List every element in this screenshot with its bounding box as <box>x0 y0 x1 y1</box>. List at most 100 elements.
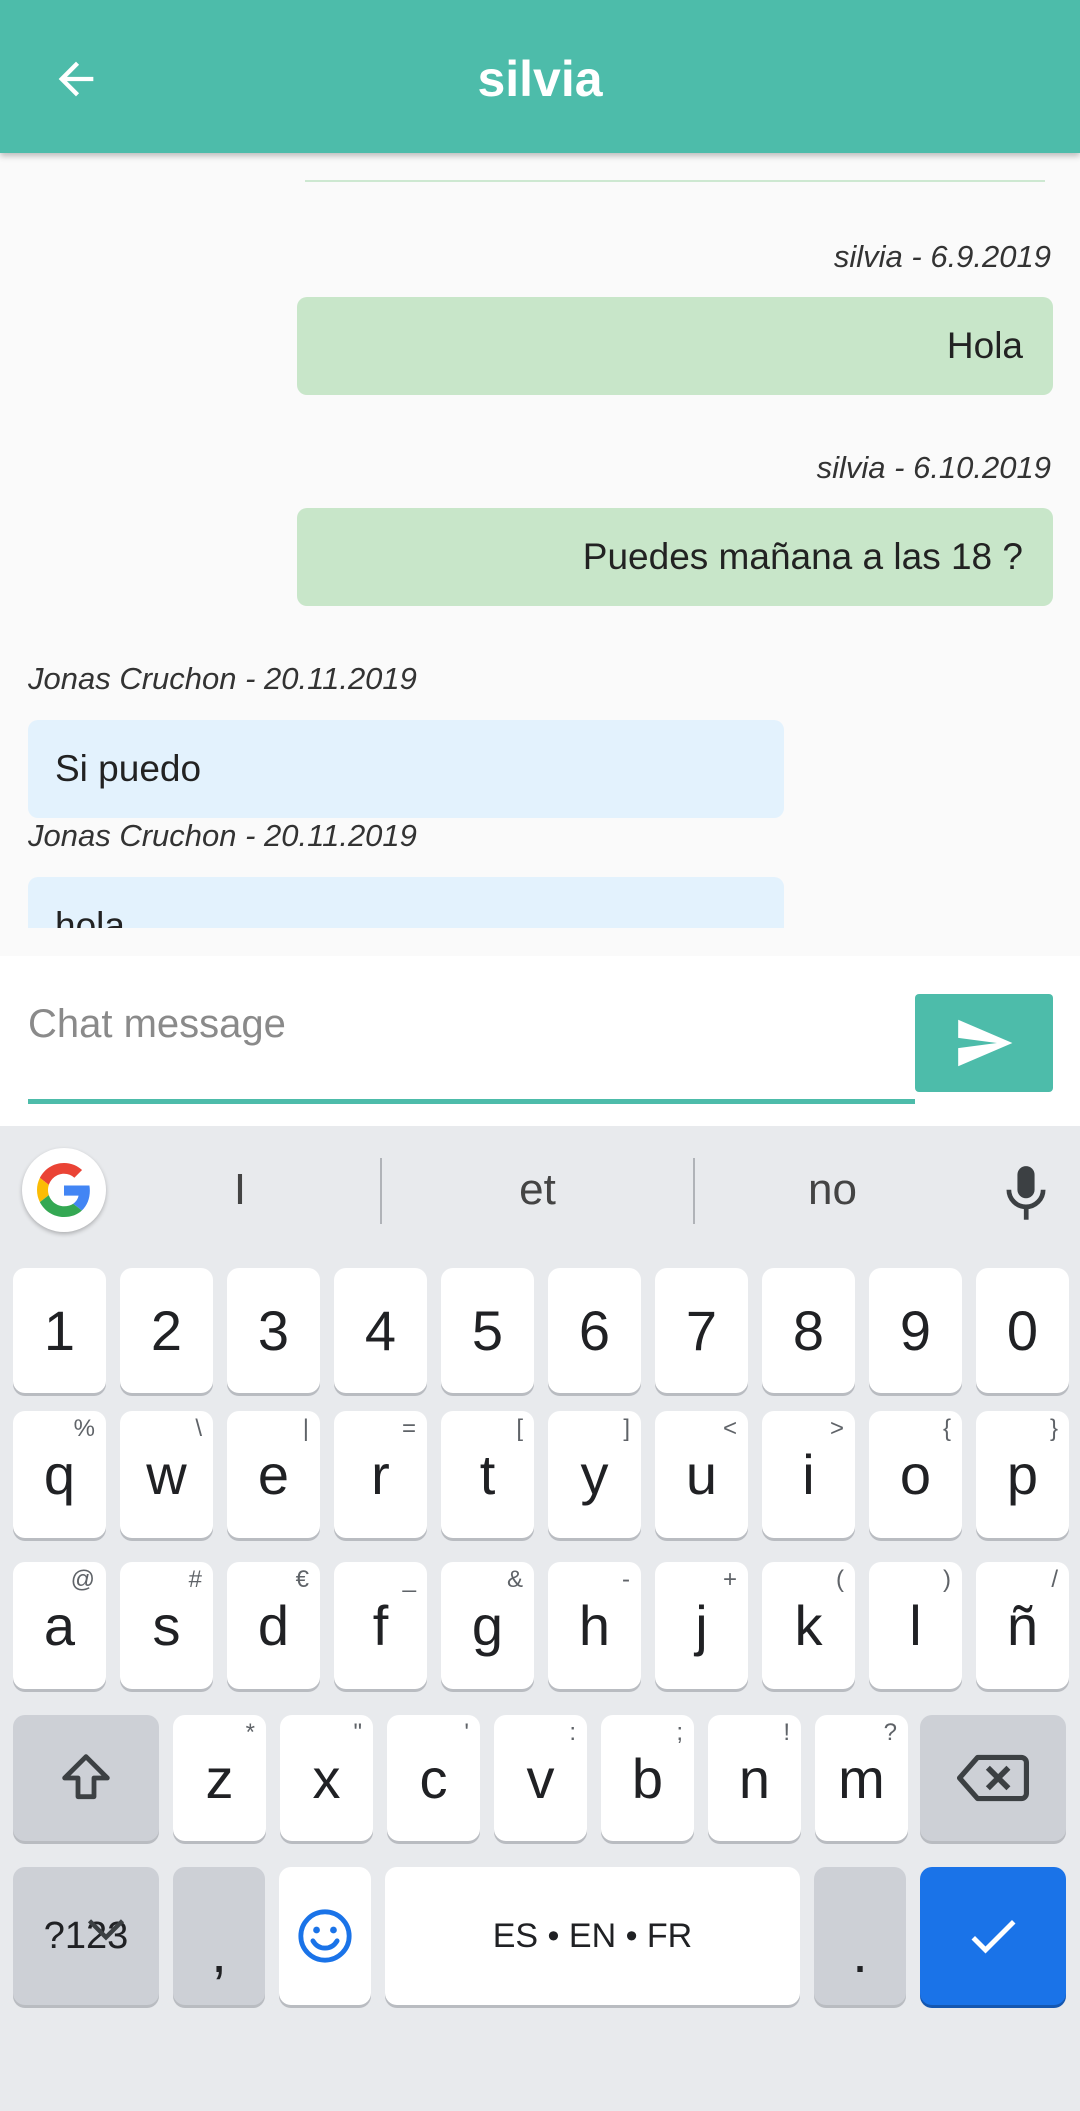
number-key-4[interactable]: 4 <box>334 1268 427 1393</box>
number-key-8[interactable]: 8 <box>762 1268 855 1393</box>
app-bar: silvia <box>0 0 1080 153</box>
message-meta: Jonas Cruchon - 20.11.2019 <box>28 818 417 853</box>
chevron-down-icon[interactable] <box>84 1915 128 1945</box>
done-key[interactable] <box>920 1867 1066 2005</box>
number-key-2[interactable]: 2 <box>120 1268 213 1393</box>
message-bubble-sent: Puedes mañana a las 18 ? <box>297 508 1053 606</box>
letter-key-o[interactable]: o{ <box>869 1411 962 1538</box>
letter-key-g[interactable]: g & <box>441 1562 534 1689</box>
letter-key-z[interactable]: z * <box>173 1715 266 1841</box>
letter-key-e[interactable]: e | <box>227 1411 320 1538</box>
number-key-3[interactable]: 3 <box>227 1268 320 1393</box>
key-hint: _ <box>402 1566 416 1593</box>
key-hint: | <box>302 1415 309 1442</box>
key-label: a <box>43 1594 76 1657</box>
period-key[interactable]: . <box>814 1867 906 2005</box>
letter-key-u[interactable]: u < <box>655 1411 748 1538</box>
space-key[interactable]: ES • EN • FR <box>385 1867 800 2005</box>
key-hint: } <box>1049 1415 1058 1442</box>
key-label: b <box>631 1746 664 1810</box>
letter-key-l[interactable]: l) <box>869 1562 962 1689</box>
number-key-7[interactable]: 7 <box>655 1268 748 1393</box>
letter-key-d[interactable]: d € <box>227 1562 320 1689</box>
backspace-icon <box>957 1754 1029 1802</box>
key-label: n <box>738 1746 771 1810</box>
key-label: p <box>1006 1443 1039 1506</box>
key-hint: # <box>188 1566 202 1593</box>
divider <box>380 1158 382 1224</box>
send-button[interactable] <box>915 994 1053 1092</box>
letter-key-i[interactable]: i > <box>762 1411 855 1538</box>
message-composer <box>0 956 1080 1126</box>
key-hint: ! <box>783 1719 790 1746</box>
letter-key-f[interactable]: f _ <box>334 1562 427 1689</box>
number-key-9[interactable]: 9 <box>869 1268 962 1393</box>
message-bubble-received: Si puedo <box>28 720 784 818</box>
number-key-1[interactable]: 1 <box>13 1268 106 1393</box>
letter-key-h[interactable]: h- <box>548 1562 641 1689</box>
letter-key-x[interactable]: x " <box>280 1715 373 1841</box>
letter-key-t[interactable]: t[ <box>441 1411 534 1538</box>
send-icon <box>958 1019 1013 1067</box>
letter-key-j[interactable]: j + <box>655 1562 748 1689</box>
letter-key-m[interactable]: m? <box>815 1715 908 1841</box>
google-icon[interactable] <box>22 1148 106 1232</box>
letter-key-a[interactable]: a @ <box>13 1562 106 1689</box>
microphone-icon[interactable] <box>1000 1164 1052 1224</box>
key-hint: " <box>353 1719 362 1746</box>
message-bubble-received: hola <box>28 877 784 928</box>
letter-key-k[interactable]: k( <box>762 1562 855 1689</box>
key-label: 3 <box>257 1299 290 1362</box>
key-hint: * <box>245 1719 255 1746</box>
checkmark-icon <box>971 1920 1016 1954</box>
chat-message-input[interactable] <box>28 986 915 1062</box>
key-hint: ? <box>883 1719 897 1746</box>
letter-key-s[interactable]: s # <box>120 1562 213 1689</box>
key-hint: { <box>942 1415 951 1442</box>
letter-key-y[interactable]: y] <box>548 1411 641 1538</box>
key-hint: & <box>506 1566 523 1593</box>
letter-key-p[interactable]: p} <box>976 1411 1069 1538</box>
message-meta: silvia - 6.9.2019 <box>833 239 1051 274</box>
key-label: d <box>257 1594 290 1657</box>
key-label: t <box>479 1443 496 1506</box>
comma-key[interactable]: , <box>173 1867 265 2005</box>
letter-key-v[interactable]: v: <box>494 1715 587 1841</box>
letter-key-q[interactable]: q% <box>13 1411 106 1538</box>
key-hint: > <box>829 1415 844 1442</box>
letter-key-ñ[interactable]: ñ / <box>976 1562 1069 1689</box>
key-hint: @ <box>70 1566 95 1593</box>
emoji-key[interactable] <box>279 1867 371 2005</box>
letter-key-r[interactable]: r = <box>334 1411 427 1538</box>
divider <box>693 1158 695 1224</box>
backspace-key[interactable] <box>920 1715 1066 1841</box>
key-hint: € <box>295 1566 309 1593</box>
number-key-5[interactable]: 5 <box>441 1268 534 1393</box>
letter-key-b[interactable]: b; <box>601 1715 694 1841</box>
number-key-0[interactable]: 0 <box>976 1268 1069 1393</box>
number-key-6[interactable]: 6 <box>548 1268 641 1393</box>
key-label: x <box>312 1746 341 1810</box>
key-hint: ; <box>676 1719 683 1746</box>
key-hint: ( <box>836 1566 844 1593</box>
key-hint: / <box>1051 1566 1058 1593</box>
key-hint: - <box>622 1566 630 1593</box>
suggestion-1[interactable]: I <box>160 1150 320 1230</box>
suggestion-3[interactable]: no <box>735 1150 930 1230</box>
key-label: 5 <box>471 1299 504 1362</box>
letter-key-n[interactable]: n! <box>708 1715 801 1841</box>
key-label: l <box>909 1594 922 1657</box>
message-list[interactable]: silvia - 6.9.2019 Hola silvia - 6.10.201… <box>0 153 1080 928</box>
key-label: m <box>838 1746 885 1810</box>
key-label: i <box>802 1443 815 1506</box>
shift-key[interactable] <box>13 1715 159 1841</box>
key-label: s <box>152 1594 181 1657</box>
letter-key-w[interactable]: w \ <box>120 1411 213 1538</box>
key-hint: [ <box>516 1415 523 1442</box>
key-label: 7 <box>685 1299 718 1362</box>
shift-icon <box>62 1754 110 1800</box>
suggestion-2[interactable]: et <box>440 1150 635 1230</box>
letter-key-c[interactable]: c ' <box>387 1715 480 1841</box>
key-label: 2 <box>150 1299 183 1362</box>
key-hint: \ <box>195 1415 202 1442</box>
